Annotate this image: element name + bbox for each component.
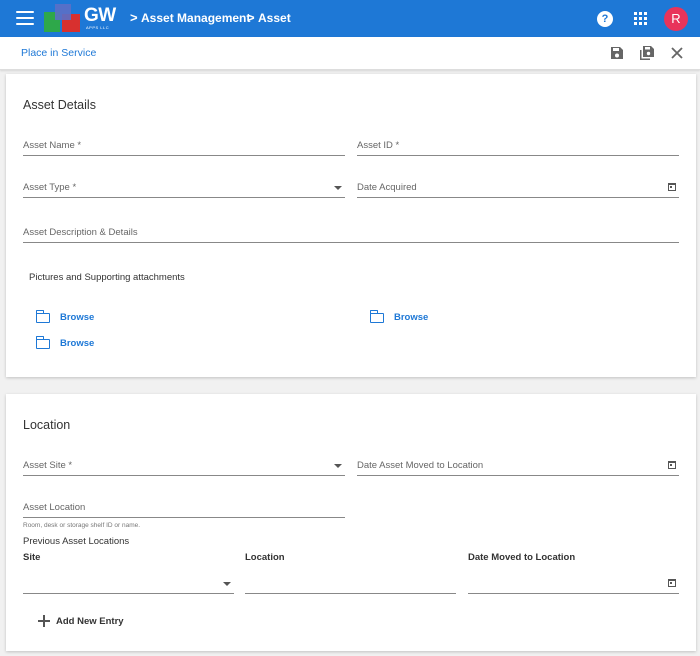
- logo-subtext: APPS LLC: [86, 25, 110, 30]
- save-icon[interactable]: [609, 45, 625, 61]
- chevron-right-icon: >: [130, 10, 138, 25]
- date-moved-input[interactable]: [468, 576, 679, 594]
- close-icon[interactable]: [669, 45, 685, 61]
- browse-button[interactable]: Browse: [35, 310, 116, 325]
- chevron-right-icon: >: [247, 10, 255, 25]
- asset-name-field[interactable]: Asset Name *: [23, 138, 345, 156]
- date-moved-label: Date Asset Moved to Location: [357, 460, 484, 471]
- asset-type-select[interactable]: Asset Type *: [23, 180, 345, 198]
- date-acquired-label: Date Acquired: [357, 182, 417, 193]
- asset-description-label: Asset Description & Details: [23, 227, 138, 238]
- logo-text: GW: [84, 5, 116, 26]
- column-header-location: Location: [245, 552, 285, 563]
- breadcrumb-asset-management[interactable]: Asset Management: [141, 11, 250, 25]
- logo: GW APPS LLC: [44, 4, 120, 33]
- location-title: Location: [23, 418, 71, 432]
- dropdown-arrow-icon[interactable]: [334, 186, 342, 190]
- folder-icon: [369, 310, 384, 323]
- date-acquired-field[interactable]: Date Acquired: [357, 180, 679, 198]
- breadcrumb-asset[interactable]: Asset: [258, 11, 291, 25]
- add-new-entry-button[interactable]: Add New Entry: [38, 615, 138, 629]
- menu-icon[interactable]: [16, 11, 34, 26]
- asset-details-title: Asset Details: [23, 98, 96, 112]
- asset-site-label: Asset Site *: [23, 460, 73, 471]
- asset-type-label: Asset Type *: [23, 182, 77, 193]
- browse-label: Browse: [60, 312, 95, 323]
- site-select[interactable]: [23, 576, 234, 594]
- attachments-label: Pictures and Supporting attachments: [29, 272, 185, 283]
- browse-button[interactable]: Browse: [35, 336, 116, 351]
- asset-location-label: Asset Location: [23, 502, 86, 513]
- calendar-icon[interactable]: [668, 183, 676, 191]
- asset-id-label: Asset ID *: [357, 140, 400, 151]
- app-bar: GW APPS LLC > Asset Management > Asset ?…: [0, 0, 700, 37]
- date-moved-field[interactable]: Date Asset Moved to Location: [357, 458, 679, 476]
- asset-location-helper: Room, desk or storage shelf ID or name.: [23, 522, 141, 529]
- plus-icon: [38, 615, 50, 627]
- location-input[interactable]: [245, 576, 456, 594]
- asset-site-select[interactable]: Asset Site *: [23, 458, 345, 476]
- browse-label: Browse: [60, 338, 95, 349]
- dropdown-arrow-icon[interactable]: [223, 582, 231, 586]
- calendar-icon[interactable]: [668, 461, 676, 469]
- calendar-icon[interactable]: [668, 579, 676, 587]
- browse-label: Browse: [394, 312, 429, 323]
- dropdown-arrow-icon[interactable]: [334, 464, 342, 468]
- previous-locations-label: Previous Asset Locations: [23, 536, 130, 547]
- asset-location-field[interactable]: Asset Location: [23, 500, 345, 518]
- column-header-site: Site: [23, 552, 41, 563]
- asset-details-card: Asset Details Asset Name * Asset ID * As…: [6, 74, 696, 377]
- add-new-entry-label: Add New Entry: [56, 616, 124, 627]
- asset-description-field[interactable]: Asset Description & Details: [23, 225, 679, 243]
- asset-name-label: Asset Name *: [23, 140, 82, 151]
- asset-id-field[interactable]: Asset ID *: [357, 138, 679, 156]
- avatar[interactable]: R: [664, 7, 688, 31]
- form-toolbar: Place in Service: [0, 37, 700, 70]
- help-icon[interactable]: ?: [597, 11, 613, 27]
- folder-icon: [35, 310, 50, 323]
- apps-grid-icon[interactable]: [634, 12, 648, 26]
- location-card: Location Asset Site * Date Asset Moved t…: [6, 394, 696, 651]
- save-all-icon[interactable]: [639, 45, 655, 61]
- page-label[interactable]: Place in Service: [21, 47, 96, 59]
- column-header-date-moved: Date Moved to Location: [468, 552, 576, 563]
- folder-icon: [35, 336, 50, 349]
- browse-button[interactable]: Browse: [369, 310, 450, 325]
